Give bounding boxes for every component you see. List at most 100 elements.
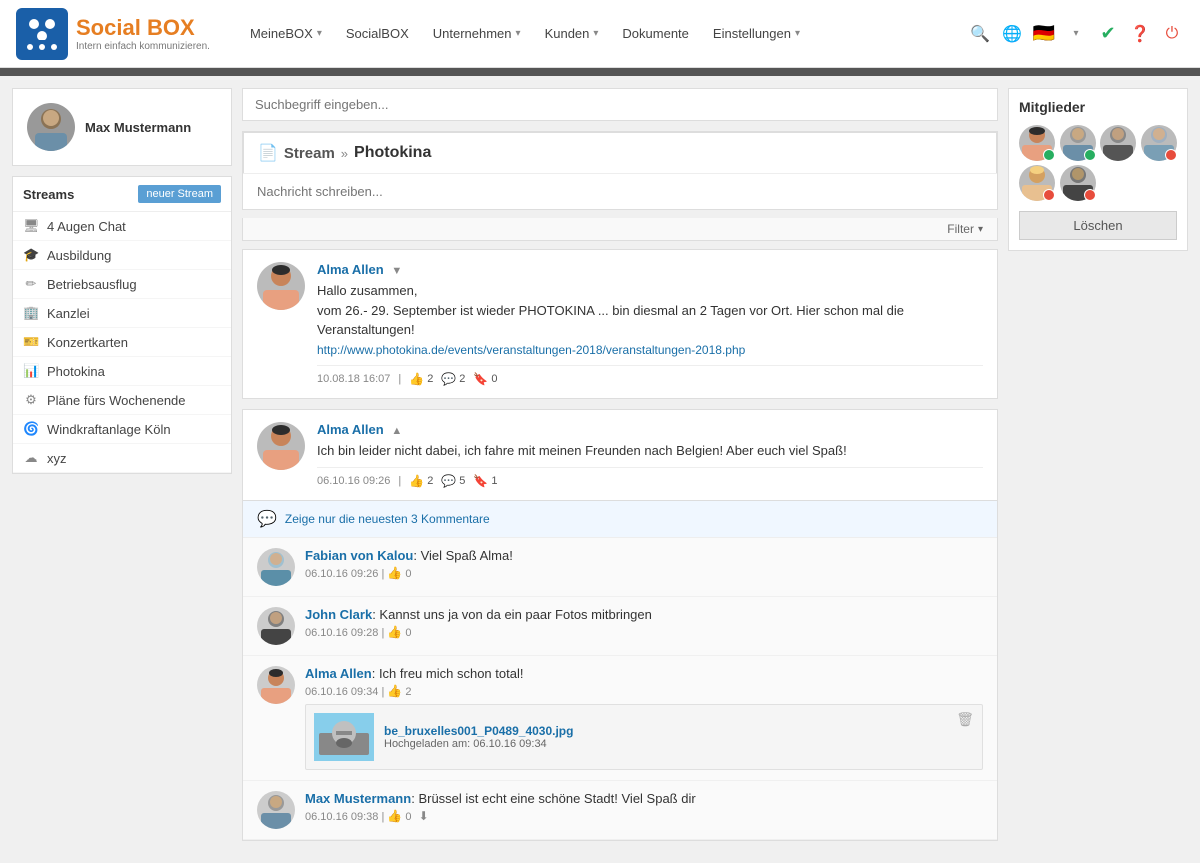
nav-dokumente[interactable]: Dokumente	[612, 18, 698, 49]
comment-1-avatar	[257, 548, 295, 586]
comment-2-meta: 06.10.16 09:28 | 👍 0	[305, 625, 983, 639]
post-2-bookmarks[interactable]: 🔖 1	[473, 474, 497, 488]
flag-arrow[interactable]: ▾	[1064, 22, 1088, 46]
sidebar-item-kanzlei[interactable]: 🏢 Kanzlei	[13, 299, 231, 328]
attachment-date: Hochgeladen am: 06.10.16 09:34	[384, 738, 974, 750]
post-2-sep1: |	[398, 475, 401, 487]
compose-input[interactable]	[257, 184, 983, 199]
comment-4-avatar	[257, 791, 295, 829]
main-nav: MeineBOX ▾ SocialBOX Unternehmen ▾ Kunde…	[240, 18, 968, 49]
nav-unternehmen[interactable]: Unternehmen ▾	[423, 18, 531, 49]
post-1-comments[interactable]: 💬 2	[441, 372, 465, 386]
comment-3-text: Alma Allen: Ich freu mich schon total!	[305, 666, 983, 681]
comment-2-avatar	[257, 607, 295, 645]
search-bar-container	[242, 88, 998, 121]
comment-4-like-icon: 👍	[387, 809, 402, 823]
monitor-icon: 🖥	[23, 218, 39, 234]
help-icon[interactable]: ❓	[1128, 22, 1152, 46]
post-1-meta: 10.08.18 16:07 | 👍 2 💬 2 🔖 0	[317, 365, 983, 386]
post-2-date: 06.10.16 09:26	[317, 475, 390, 487]
nav-meinebox[interactable]: MeineBOX ▾	[240, 18, 332, 49]
attachment-name[interactable]: be_bruxelles001_P0489_4030.jpg	[384, 724, 974, 738]
streams-header: Streams neuer Stream	[13, 177, 231, 212]
member-2[interactable]	[1060, 125, 1096, 161]
sidebar-item-konzertkarten[interactable]: 🎫 Konzertkarten	[13, 328, 231, 357]
search-icon[interactable]: 🔍	[968, 22, 992, 46]
comment-3-body: Alma Allen: Ich freu mich schon total! 0…	[305, 666, 983, 770]
breadcrumb-separator: »	[341, 146, 348, 161]
comment-1-body: Fabian von Kalou: Viel Spaß Alma! 06.10.…	[305, 548, 983, 586]
pencil-icon: ✏	[23, 276, 39, 292]
post-1-bookmarks[interactable]: 🔖 0	[473, 372, 497, 386]
search-input[interactable]	[242, 88, 998, 121]
chat-bubble-icon: 💬	[257, 509, 277, 529]
flag-icon[interactable]: 🇩🇪	[1032, 22, 1056, 46]
member-4[interactable]	[1141, 125, 1177, 161]
comment-1-author: Fabian von Kalou	[305, 548, 413, 563]
member-5[interactable]	[1019, 165, 1055, 201]
member-3[interactable]	[1100, 125, 1136, 161]
power-icon[interactable]: ⏻	[1160, 22, 1184, 46]
attachment-info: be_bruxelles001_P0489_4030.jpg Hochgelad…	[384, 724, 974, 750]
sidebar-item-windkraft[interactable]: 🌀 Windkraftanlage Köln	[13, 415, 231, 444]
attachment-delete-icon[interactable]: 🗑	[956, 711, 974, 728]
sidebar-item-4augenchat[interactable]: 🖥 4 Augen Chat	[13, 212, 231, 241]
post-1-text: Hallo zusammen, vom 26.- 29. September i…	[317, 281, 983, 359]
comment-4-meta: 06.10.16 09:38 | 👍 0 ⬇	[305, 809, 983, 823]
comments-toggle[interactable]: 💬 Zeige nur die neuesten 3 Kommentare	[243, 500, 997, 537]
post-1-body: Alma Allen ▼ Hallo zusammen, vom 26.- 29…	[317, 262, 983, 386]
post-2-comments[interactable]: 💬 5	[441, 474, 465, 488]
filter-button[interactable]: Filter	[947, 222, 974, 236]
post-1-link[interactable]: http://www.photokina.de/events/veranstal…	[317, 343, 745, 357]
post-1-date: 10.08.18 16:07	[317, 373, 390, 385]
post-1-likes[interactable]: 👍 2	[409, 372, 433, 386]
post-1-main: Alma Allen ▼ Hallo zusammen, vom 26.- 29…	[243, 250, 997, 398]
member-6[interactable]	[1060, 165, 1096, 201]
member-1[interactable]	[1019, 125, 1055, 161]
status-check-icon[interactable]: ✔	[1096, 22, 1120, 46]
sidebar-item-photokina[interactable]: 📊 Photokina	[13, 357, 231, 386]
nav-einstellungen[interactable]: Einstellungen ▾	[703, 18, 810, 49]
members-grid	[1019, 125, 1177, 201]
comment-4-body: Max Mustermann: Brüssel ist echt eine sc…	[305, 791, 983, 829]
attachment-thumb	[314, 713, 374, 761]
post-2-likes[interactable]: 👍 2	[409, 474, 433, 488]
like-icon: 👍	[409, 372, 424, 386]
post-2-body: Alma Allen ▲ Ich bin leider nicht dabei,…	[317, 422, 983, 488]
nav-unternehmen-arrow: ▾	[516, 28, 521, 39]
comment-3-like-icon: 👍	[387, 684, 402, 698]
delete-button[interactable]: Löschen	[1019, 211, 1177, 240]
member-1-status	[1043, 149, 1055, 161]
members-box: Mitglieder	[1008, 88, 1188, 251]
comment-icon-2: 💬	[441, 474, 456, 488]
post-1-author: Alma Allen ▼	[317, 262, 983, 277]
nav-socialbox[interactable]: SocialBOX	[336, 18, 419, 49]
logo[interactable]: Social BOX Intern einfach kommunizieren.	[16, 8, 210, 60]
document-icon: 📄	[258, 143, 278, 163]
breadcrumb: 📄 Stream » Photokina	[243, 132, 997, 173]
comment-4-download-icon[interactable]: ⬇	[419, 809, 429, 823]
globe-icon[interactable]: 🌐	[1000, 22, 1024, 46]
comment-4-text: Max Mustermann: Brüssel ist echt eine sc…	[305, 791, 983, 806]
sidebar-item-plaene[interactable]: ⚙ Pläne fürs Wochenende	[13, 386, 231, 415]
streams-box: Streams neuer Stream 🖥 4 Augen Chat 🎓 Au…	[12, 176, 232, 474]
nav-kunden[interactable]: Kunden ▾	[535, 18, 609, 49]
comment-3-meta: 06.10.16 09:34 | 👍 2	[305, 684, 983, 698]
top-icons: 🔍 🌐 🇩🇪 ▾ ✔ ❓ ⏻	[968, 22, 1184, 46]
comments-section: Fabian von Kalou: Viel Spaß Alma! 06.10.…	[243, 537, 997, 840]
right-sidebar: Mitglieder	[1008, 88, 1188, 851]
member-6-status	[1084, 189, 1096, 201]
members-title: Mitglieder	[1019, 99, 1177, 115]
logo-title: Social BOX	[76, 15, 210, 41]
profile-name: Max Mustermann	[85, 120, 191, 135]
sidebar-item-betriebsausflug[interactable]: ✏ Betriebsausflug	[13, 270, 231, 299]
top-navigation: Social BOX Intern einfach kommunizieren.…	[0, 0, 1200, 68]
post-2-author: Alma Allen ▲	[317, 422, 983, 437]
sidebar-item-xyz[interactable]: ☁ xyz	[13, 444, 231, 473]
profile-box: Max Mustermann	[12, 88, 232, 166]
new-stream-button[interactable]: neuer Stream	[138, 185, 221, 203]
post-2-main: Alma Allen ▲ Ich bin leider nicht dabei,…	[243, 410, 997, 500]
sidebar-item-ausbildung[interactable]: 🎓 Ausbildung	[13, 241, 231, 270]
comment-3: Alma Allen: Ich freu mich schon total! 0…	[243, 656, 997, 781]
comment-3-avatar	[257, 666, 295, 704]
